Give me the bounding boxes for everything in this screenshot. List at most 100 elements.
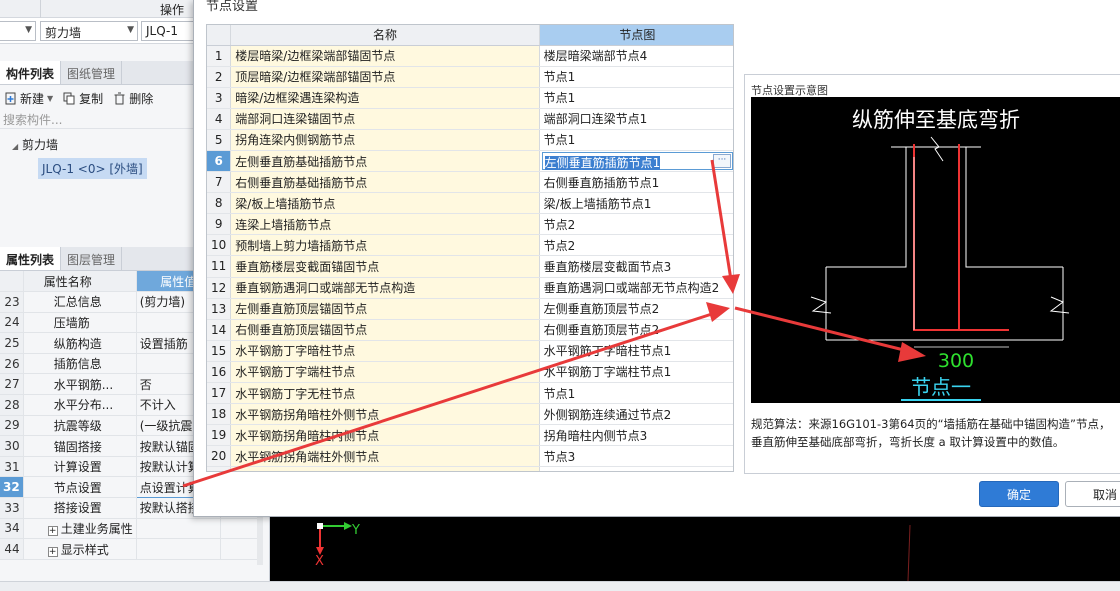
- node-name: 顶层暗梁/边框梁端部锚固节点: [230, 66, 540, 88]
- node-value[interactable]: 外侧钢筋连续通过节点2: [539, 403, 733, 426]
- node-row[interactable]: 2 顶层暗梁/边框梁端部锚固节点 节点1: [207, 66, 733, 88]
- tree-root[interactable]: ◢ 剪力墙: [12, 136, 58, 153]
- node-name: 水平钢筋拐角暗柱内侧节点: [230, 424, 540, 447]
- diagram-dimension: 300: [938, 350, 974, 372]
- node-value[interactable]: 垂直筋遇洞口或端部无节点构造2: [539, 277, 733, 299]
- ok-button[interactable]: 确定: [979, 481, 1059, 507]
- tree-item-selected[interactable]: JLQ-1 <0> [外墙]: [38, 158, 147, 179]
- copy-button[interactable]: 复制: [63, 90, 103, 107]
- node-row[interactable]: 6 左侧垂直筋基础插筋节点 左侧垂直筋插筋节点1 ···: [207, 150, 733, 173]
- node-row[interactable]: 5 拐角连梁内侧钢筋节点 节点1: [207, 129, 733, 151]
- node-value[interactable]: 节点2: [539, 213, 733, 236]
- node-row[interactable]: 20 水平钢筋拐角端柱外侧节点 节点3: [207, 445, 733, 468]
- node-row[interactable]: 3 暗梁/边框梁遇连梁构造 节点1: [207, 87, 733, 109]
- copy-label: 复制: [79, 91, 104, 106]
- node-value[interactable]: 端部洞口连梁节点1: [539, 108, 733, 130]
- node-row[interactable]: 9 连梁上墙插筋节点 节点2: [207, 213, 733, 236]
- node-value[interactable]: 水平钢筋丁字暗柱节点1: [539, 340, 733, 362]
- ellipsis-icon[interactable]: ···: [713, 154, 731, 169]
- node-value[interactable]: 节点3: [539, 445, 733, 468]
- node-row[interactable]: 14 右侧垂直筋顶层锚固节点 右侧垂直筋顶层节点2: [207, 319, 733, 341]
- node-row[interactable]: 12 垂直钢筋遇洞口或端部无节点构造 垂直筋遇洞口或端部无节点构造2: [207, 277, 733, 299]
- node-row[interactable]: 18 水平钢筋拐角暗柱外侧节点 外侧钢筋连续通过节点2: [207, 403, 733, 426]
- node-row[interactable]: 15 水平钢筋丁字暗柱节点 水平钢筋丁字暗柱节点1: [207, 340, 733, 362]
- property-name-text: 搭接设置: [53, 501, 102, 516]
- node-row[interactable]: 1 楼层暗梁/边框梁端部锚固节点 楼层暗梁端部节点4: [207, 45, 733, 67]
- component-combo[interactable]: JLQ-1: [141, 21, 201, 41]
- node-value[interactable]: 右侧垂直筋顶层节点2: [539, 319, 733, 341]
- node-value[interactable]: 节点1: [539, 129, 733, 151]
- node-value[interactable]: 节点1: [539, 87, 733, 109]
- property-name-text: 插筋信息: [53, 357, 102, 372]
- node-row-number: 3: [207, 87, 232, 109]
- node-name: 楼层暗梁/边框梁端部锚固节点: [230, 45, 540, 67]
- node-value-cell[interactable]: 左侧垂直筋插筋节点1 ···: [539, 150, 733, 173]
- grid-header-node: 节点图: [539, 25, 733, 46]
- node-row[interactable]: 4 端部洞口连梁锚固节点 端部洞口连梁节点1: [207, 108, 733, 130]
- expand-icon[interactable]: +: [47, 546, 58, 557]
- property-name: 搭接设置: [23, 497, 137, 519]
- property-name-text: 汇总信息: [53, 295, 102, 310]
- type-combo[interactable]: 剪力墙 ▼: [40, 21, 138, 41]
- node-row-number: 17: [207, 382, 232, 405]
- tab-property-list[interactable]: 属性列表: [0, 247, 62, 270]
- property-row[interactable]: 34 + 土建业务属性: [0, 518, 263, 540]
- property-row-number: 34: [0, 518, 24, 540]
- chevron-down-icon: ▼: [127, 25, 134, 35]
- node-name: 垂直钢筋遇洞口或端部无节点构造: [230, 277, 540, 299]
- property-row-number: 26: [0, 353, 24, 375]
- node-name: 水平钢筋丁字端柱节点: [230, 361, 540, 384]
- node-row[interactable]: 17 水平钢筋丁字无柱节点 节点1: [207, 382, 733, 405]
- new-icon: [5, 92, 16, 104]
- node-row[interactable]: 8 梁/板上墙插筋节点 梁/板上墙插筋节点1: [207, 192, 733, 215]
- tab-component-list[interactable]: 构件列表: [0, 61, 62, 84]
- node-row[interactable]: 10 预制墙上剪力墙插筋节点 节点2: [207, 234, 733, 257]
- divider: [40, 0, 41, 18]
- header-property-name: 属性名称: [23, 271, 137, 293]
- floor-combo[interactable]: ▼: [0, 21, 36, 41]
- delete-icon: [114, 92, 125, 104]
- node-row[interactable]: 13 左侧垂直筋顶层锚固节点 左侧垂直筋顶层节点2: [207, 298, 733, 320]
- tab-drawing-management[interactable]: 图纸管理: [61, 61, 123, 84]
- node-value[interactable]: 楼层暗梁端部节点4: [539, 45, 733, 67]
- node-value[interactable]: 左侧垂直筋顶层节点2: [539, 298, 733, 320]
- node-row-number: 15: [207, 340, 232, 362]
- tab-layer-management[interactable]: 图层管理: [61, 247, 123, 270]
- node-value[interactable]: 水平钢筋拐角端柱内侧节点1: [539, 466, 733, 471]
- node-row[interactable]: 16 水平钢筋丁字端柱节点 水平钢筋丁字端柱节点1: [207, 361, 733, 384]
- cad-canvas[interactable]: Y X: [270, 517, 1120, 582]
- node-value[interactable]: 节点1: [539, 66, 733, 88]
- node-name: 左侧垂直筋顶层锚固节点: [230, 298, 540, 320]
- diagram-caption: 节点一: [911, 375, 971, 399]
- node-row[interactable]: 21水平钢筋拐角端柱内侧节点水平钢筋拐角端柱内侧节点1: [207, 466, 733, 471]
- node-value[interactable]: 垂直筋楼层变截面节点3: [539, 255, 733, 278]
- node-value[interactable]: 水平钢筋丁字端柱节点1: [539, 361, 733, 384]
- node-name: 梁/板上墙插筋节点: [230, 192, 540, 215]
- node-row-number: 13: [207, 298, 232, 320]
- node-value[interactable]: 拐角暗柱内侧节点3: [539, 424, 733, 447]
- node-row[interactable]: 19 水平钢筋拐角暗柱内侧节点 拐角暗柱内侧节点3: [207, 424, 733, 447]
- node-row-number: 20: [207, 445, 232, 468]
- node-value[interactable]: 节点2: [539, 234, 733, 257]
- node-row[interactable]: 7 右侧垂直筋基础插筋节点 右侧垂直筋插筋节点1: [207, 171, 733, 194]
- property-name-text: 显示样式: [60, 542, 109, 557]
- node-row[interactable]: 11 垂直筋楼层变截面锚固节点 垂直筋楼层变截面节点3: [207, 255, 733, 278]
- property-row[interactable]: 44 + 显示样式: [0, 538, 263, 560]
- new-button[interactable]: 新建 ▼: [4, 90, 53, 107]
- node-value-editor[interactable]: 左侧垂直筋插筋节点1 ···: [541, 152, 733, 171]
- property-name-text: 压墙筋: [53, 315, 90, 330]
- expand-icon[interactable]: +: [47, 525, 58, 536]
- node-name: 端部洞口连梁锚固节点: [230, 108, 540, 130]
- cancel-button[interactable]: 取消: [1065, 481, 1120, 507]
- node-name: 右侧垂直筋基础插筋节点: [230, 171, 540, 194]
- node-value: 左侧垂直筋插筋节点1: [544, 156, 661, 171]
- property-extra: [220, 538, 263, 560]
- property-value[interactable]: [136, 518, 221, 540]
- node-value[interactable]: 梁/板上墙插筋节点1: [539, 192, 733, 215]
- property-value[interactable]: [136, 538, 221, 560]
- property-name-text: 节点设置: [53, 480, 102, 495]
- node-value[interactable]: 右侧垂直筋插筋节点1: [539, 171, 733, 194]
- delete-button[interactable]: 删除: [113, 90, 153, 107]
- property-name-text: 水平分布...: [53, 398, 114, 413]
- node-value[interactable]: 节点1: [539, 382, 733, 405]
